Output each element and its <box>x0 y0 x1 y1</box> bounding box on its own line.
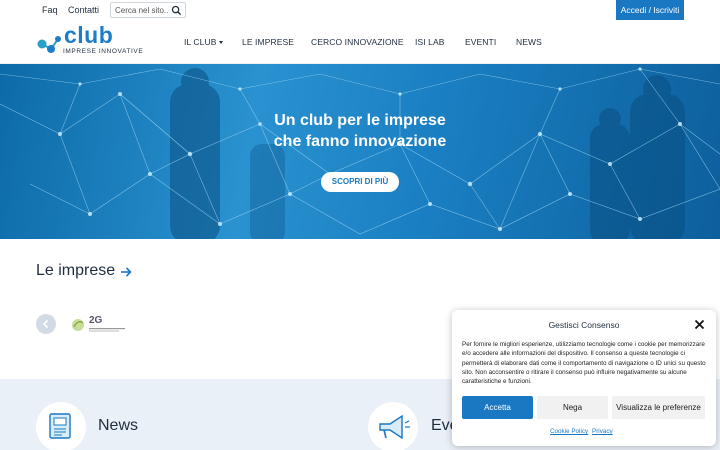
top-bar: Faq Contatti Accedi / Iscriviti <box>0 0 720 20</box>
view-preferences-button[interactable]: Visualizza le preferenze <box>612 396 705 419</box>
search-box <box>110 2 186 18</box>
consent-text: Per fornire le migliori esperienze, util… <box>462 341 706 386</box>
search-icon[interactable] <box>171 5 182 16</box>
faq-link[interactable]: Faq <box>42 5 58 15</box>
chevron-down-icon <box>218 41 223 44</box>
nav-isi-lab[interactable]: ISI LAB <box>415 37 445 47</box>
events-icon-circle <box>368 402 418 450</box>
privacy-link[interactable]: Privacy <box>592 428 613 435</box>
nav-cerco-innovazione[interactable]: CERCO INNOVAZIONE <box>311 37 404 47</box>
logo-tagline: IMPRESE INNOVATIVE <box>63 48 144 55</box>
hero-banner: Un club per le imprese che fanno innovaz… <box>0 64 720 239</box>
main-header: club IMPRESE INNOVATIVE IL CLUB LE IMPRE… <box>0 20 720 64</box>
hero-headline: Un club per le imprese che fanno innovaz… <box>0 110 720 152</box>
nav-eventi[interactable]: EVENTI <box>465 37 496 47</box>
nav-le-imprese[interactable]: LE IMPRESE <box>242 37 294 47</box>
nav-il-club[interactable]: IL CLUB <box>184 37 223 47</box>
site-logo[interactable]: club IMPRESE INNOVATIVE <box>36 22 146 60</box>
news-icon-circle <box>36 402 86 450</box>
logo-wordmark: club <box>64 22 114 48</box>
hero-headline-line2: che fanno innovazione <box>273 133 447 150</box>
accept-button[interactable]: Accetta <box>462 396 533 419</box>
news-section-title: News <box>98 417 139 434</box>
consent-title: Gestisci Consenso <box>548 320 620 330</box>
nav-il-club-label: IL CLUB <box>184 37 217 47</box>
login-register-button[interactable]: Accedi / Iscriviti <box>616 0 684 20</box>
arrow-right-icon[interactable] <box>119 265 133 279</box>
cookie-consent-dialog: Gestisci Consenso Per fornire le miglior… <box>452 310 716 446</box>
deny-button[interactable]: Nega <box>537 396 608 419</box>
cookie-policy-link[interactable]: Cookie Policy <box>550 428 588 435</box>
carousel-prev-button[interactable] <box>36 314 56 334</box>
company-logo-text: 2G <box>89 315 103 326</box>
megaphone-icon <box>379 414 410 440</box>
close-icon[interactable] <box>694 319 705 330</box>
companies-section-title: Le imprese <box>36 262 116 279</box>
molecule-logo-icon <box>37 36 61 53</box>
newspaper-icon <box>49 413 71 439</box>
company-logo-2g[interactable]: 2G <box>70 315 130 335</box>
discover-more-button[interactable]: SCOPRI DI PIÙ <box>321 172 399 192</box>
hero-headline-line1: Un club per le imprese <box>274 112 446 129</box>
search-input[interactable] <box>115 5 169 16</box>
chevron-left-icon <box>42 319 49 329</box>
contatti-link[interactable]: Contatti <box>68 5 99 15</box>
nav-news[interactable]: NEWS <box>516 37 542 47</box>
